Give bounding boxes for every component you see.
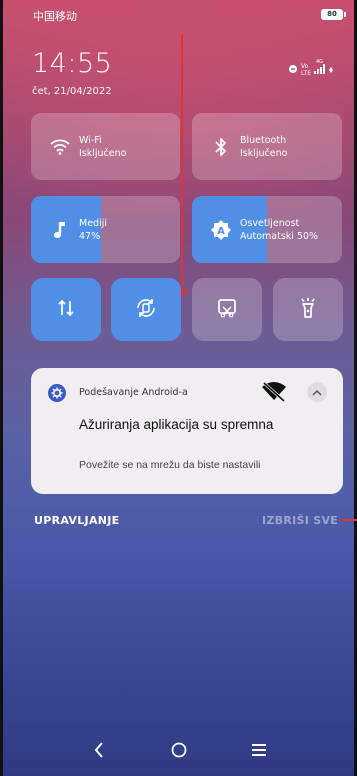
settings-gear-icon <box>48 384 66 402</box>
svg-text:A: A <box>217 226 225 237</box>
notification-title: Ažuriranja aplikacija su spremna <box>79 417 274 432</box>
date-label: čet, 21/04/2022 <box>32 86 112 97</box>
media-volume-title: Mediji <box>79 217 107 229</box>
battery-icon: 80 <box>321 9 346 20</box>
media-volume-tile[interactable]: Mediji 47% <box>31 196 180 263</box>
back-button[interactable] <box>84 736 114 764</box>
clock: 14:55 <box>32 48 113 79</box>
system-icons: Vo LTE 4G <box>288 59 333 77</box>
back-icon <box>94 742 103 758</box>
bluetooth-state: Isključeno <box>240 147 288 159</box>
brightness-tile[interactable]: A Osvetljenost Automatski 50% <box>192 196 342 263</box>
status-bar: 中国移动 80 <box>33 6 346 24</box>
home-button[interactable] <box>164 736 194 764</box>
wifi-icon <box>49 136 71 158</box>
signal-icon: 4G <box>314 59 326 76</box>
navigation-bar <box>0 724 357 776</box>
screenshot-icon <box>217 298 237 322</box>
flashlight-toggle[interactable] <box>273 278 343 341</box>
auto-rotate-toggle[interactable] <box>111 278 181 341</box>
data-activity-icon <box>329 66 333 75</box>
brightness-title: Osvetljenost <box>240 217 300 229</box>
notification-body: Povežite se na mrežu da biste nastavili <box>79 459 261 471</box>
manage-button[interactable]: UPRAVLJANJE <box>34 514 119 527</box>
brightness-auto-icon: A <box>210 219 232 241</box>
screenshot-toggle[interactable] <box>192 278 262 341</box>
bluetooth-tile[interactable]: Bluetooth Isključeno <box>192 113 342 180</box>
music-note-icon <box>49 219 71 241</box>
volte-label: Vo LTE <box>301 63 311 77</box>
flashlight-icon <box>299 297 317 323</box>
bluetooth-title: Bluetooth <box>240 134 287 146</box>
mobile-data-toggle[interactable] <box>31 278 101 341</box>
expand-collapse-button[interactable] <box>307 382 327 402</box>
wifi-off-icon <box>261 381 287 406</box>
wifi-title: Wi-Fi <box>79 134 102 146</box>
menu-icon <box>252 744 266 756</box>
wifi-tile[interactable]: Wi-Fi Isključeno <box>31 113 180 180</box>
notification-card[interactable]: Podešavanje Android-a Ažuriranja aplikac… <box>31 368 343 494</box>
wifi-state: Isključeno <box>79 147 127 159</box>
brightness-value: Automatski 50% <box>240 230 319 242</box>
data-transfer-icon <box>57 299 75 321</box>
bluetooth-icon <box>210 136 232 158</box>
rotate-icon <box>135 297 157 323</box>
clear-all-annotation <box>341 519 357 521</box>
media-volume-value: 47% <box>79 230 101 242</box>
clear-all-button[interactable]: IZBRIŠI SVE <box>262 514 338 527</box>
vibrate-icon <box>288 64 298 76</box>
home-icon <box>171 742 187 758</box>
notification-app-name: Podešavanje Android-a <box>79 387 188 398</box>
recents-button[interactable] <box>244 736 274 764</box>
swipe-annotation-line <box>181 34 183 292</box>
carrier-label: 中国移动 <box>33 10 77 23</box>
